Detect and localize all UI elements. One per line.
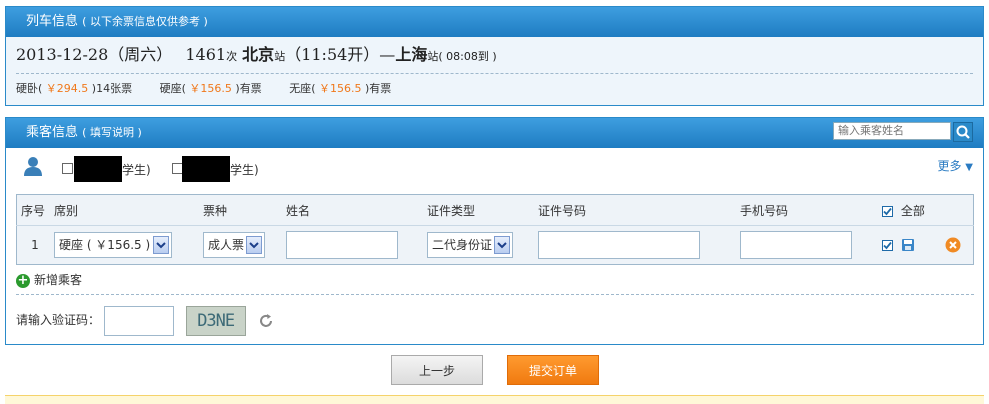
train-summary: 2013-12-28（周六） 1461次 北京站（11:54开）—上海站( 08… <box>16 37 973 73</box>
id-type-cell: 二代身份证 <box>423 225 534 265</box>
chevron-down-icon <box>153 236 169 254</box>
name-cell <box>282 225 423 265</box>
id-number-cell <box>534 225 736 265</box>
ticket-type-value: 成人票 <box>208 238 245 252</box>
add-passenger-button[interactable]: + 新增乘客 <box>16 271 82 289</box>
table-header-row: 序号 席别 票种 姓名 证件类型 证件号码 手机号码 全部 <box>16 194 974 226</box>
save-icon[interactable] <box>901 238 915 252</box>
search-button[interactable] <box>953 122 973 142</box>
id-type-select[interactable]: 二代身份证 <box>427 232 513 258</box>
redacted-name <box>182 156 230 182</box>
passenger-search <box>833 122 973 142</box>
col-phone: 手机号码 <box>736 194 878 226</box>
seat-paren: ( <box>181 82 186 95</box>
user-icon <box>24 157 42 176</box>
contact-list: 学生) 学生) <box>22 156 972 182</box>
row-index: 1 <box>16 225 50 265</box>
seat-cell: 硬座 ( ￥156.5 ) <box>50 225 199 265</box>
passenger-info-header: 乘客信息 ( 填写说明 ) <box>6 118 983 148</box>
from-station: 北京 <box>242 45 275 64</box>
fill-instructions-link[interactable]: ( 填写说明 ) <box>82 126 142 139</box>
col-all: 全部 <box>878 194 974 226</box>
row-checkbox[interactable] <box>882 239 893 251</box>
table-row: 1 硬座 ( ￥156.5 ) 成人票 二代身份证 <box>16 225 974 265</box>
passenger-search-input[interactable] <box>833 122 951 140</box>
passenger-info-panel: 乘客信息 ( 填写说明 ) 学生) 学生) 更多 ▼ 序号 席别 票种 姓名 证… <box>5 117 984 345</box>
notice-bar <box>5 395 984 404</box>
ticket-type-cell: 成人票 <box>199 225 282 265</box>
delete-icon[interactable] <box>945 237 961 253</box>
depart-time: （11:54开）— <box>285 45 396 64</box>
seat-availability-count: 14张票 <box>96 82 133 95</box>
seat-item: 硬座( ￥156.5 )有票 <box>160 82 262 95</box>
seat-price: ￥294.5 <box>45 82 89 95</box>
train-number: 1461 <box>185 45 227 64</box>
travel-date: 2013-12-28（周六） <box>16 45 173 64</box>
seat-paren: ( <box>38 82 43 95</box>
col-id-number: 证件号码 <box>534 194 736 226</box>
seat-availability-count: 有票 <box>239 82 262 95</box>
id-type-value: 二代身份证 <box>432 238 493 252</box>
col-id-type: 证件类型 <box>423 194 534 226</box>
seat-availability-count: 有票 <box>369 82 392 95</box>
train-number-suffix: 次 <box>226 50 238 63</box>
to-station: 上海 <box>395 45 428 64</box>
chevron-down-icon <box>494 236 510 254</box>
phone-input[interactable] <box>740 231 852 259</box>
train-info-body: 2013-12-28（周六） 1461次 北京站（11:54开）—上海站( 08… <box>6 37 983 105</box>
submit-order-button[interactable]: 提交订单 <box>507 355 599 385</box>
seat-name: 无座 <box>289 82 312 95</box>
col-name: 姓名 <box>282 194 423 226</box>
captcha-label: 请输入验证码： <box>16 313 101 327</box>
col-ticket-type: 票种 <box>199 194 282 226</box>
seat-select[interactable]: 硬座 ( ￥156.5 ) <box>54 232 172 258</box>
to-station-suffix: 站 <box>427 50 439 63</box>
contact-checkbox[interactable] <box>62 163 73 174</box>
row-actions-cell <box>878 225 974 265</box>
search-icon <box>956 125 970 139</box>
captcha-input[interactable] <box>103 305 174 336</box>
ticket-type-select[interactable]: 成人票 <box>203 232 265 258</box>
passenger-info-title: 乘客信息 <box>26 125 79 140</box>
check-icon <box>883 241 892 249</box>
plus-icon: + <box>16 272 30 288</box>
check-icon <box>883 207 892 215</box>
previous-step-button[interactable]: 上一步 <box>391 355 483 385</box>
divider <box>16 294 974 295</box>
name-input[interactable] <box>286 231 398 259</box>
seat-name: 硬座 <box>159 82 182 95</box>
refresh-icon[interactable] <box>258 313 274 329</box>
select-all-label: 全部 <box>900 203 925 218</box>
more-label: 更多 <box>937 159 962 173</box>
id-number-input[interactable] <box>538 231 700 259</box>
train-info-header: 列车信息 ( 以下余票信息仅供参考 ) <box>6 7 983 37</box>
chevron-down-icon <box>246 236 262 254</box>
train-info-panel: 列车信息 ( 以下余票信息仅供参考 ) 2013-12-28（周六） 1461次… <box>5 6 984 106</box>
seat-item: 无座( ￥156.5 )有票 <box>289 82 391 95</box>
select-all-checkbox[interactable] <box>882 205 893 217</box>
col-seat: 席别 <box>50 194 199 226</box>
triangle-down-icon: ▼ <box>965 162 973 173</box>
arrive-time: ( 08:08到 ) <box>438 50 497 63</box>
captcha-row: 请输入验证码： D3NE <box>16 304 274 336</box>
seat-availability: 硬卧( ￥294.5 )14张票 硬座( ￥156.5 )有票 无座( ￥156… <box>16 74 973 104</box>
contact-tag: 学生) <box>230 163 259 177</box>
seat-select-value: 硬座 ( ￥156.5 ) <box>59 238 151 252</box>
seat-item: 硬卧( ￥294.5 )14张票 <box>16 82 132 95</box>
train-info-subtitle: ( 以下余票信息仅供参考 ) <box>82 15 208 28</box>
more-contacts-link[interactable]: 更多 ▼ <box>937 157 973 174</box>
passenger-table: 序号 席别 票种 姓名 证件类型 证件号码 手机号码 全部 1 硬座 ( ￥15… <box>16 194 974 265</box>
seat-price: ￥156.5 <box>189 82 232 95</box>
phone-cell <box>736 225 878 265</box>
seat-name: 硬卧 <box>16 82 38 95</box>
col-index: 序号 <box>16 194 50 226</box>
train-info-title: 列车信息 <box>26 14 79 29</box>
seat-price: ￥156.5 <box>318 82 362 95</box>
from-station-suffix: 站 <box>274 50 286 63</box>
redacted-name <box>74 156 122 182</box>
add-passenger-label: 新增乘客 <box>34 273 83 287</box>
contact-tag: 学生) <box>122 163 151 177</box>
seat-paren: ( <box>311 82 316 95</box>
captcha-image: D3NE <box>185 305 246 336</box>
